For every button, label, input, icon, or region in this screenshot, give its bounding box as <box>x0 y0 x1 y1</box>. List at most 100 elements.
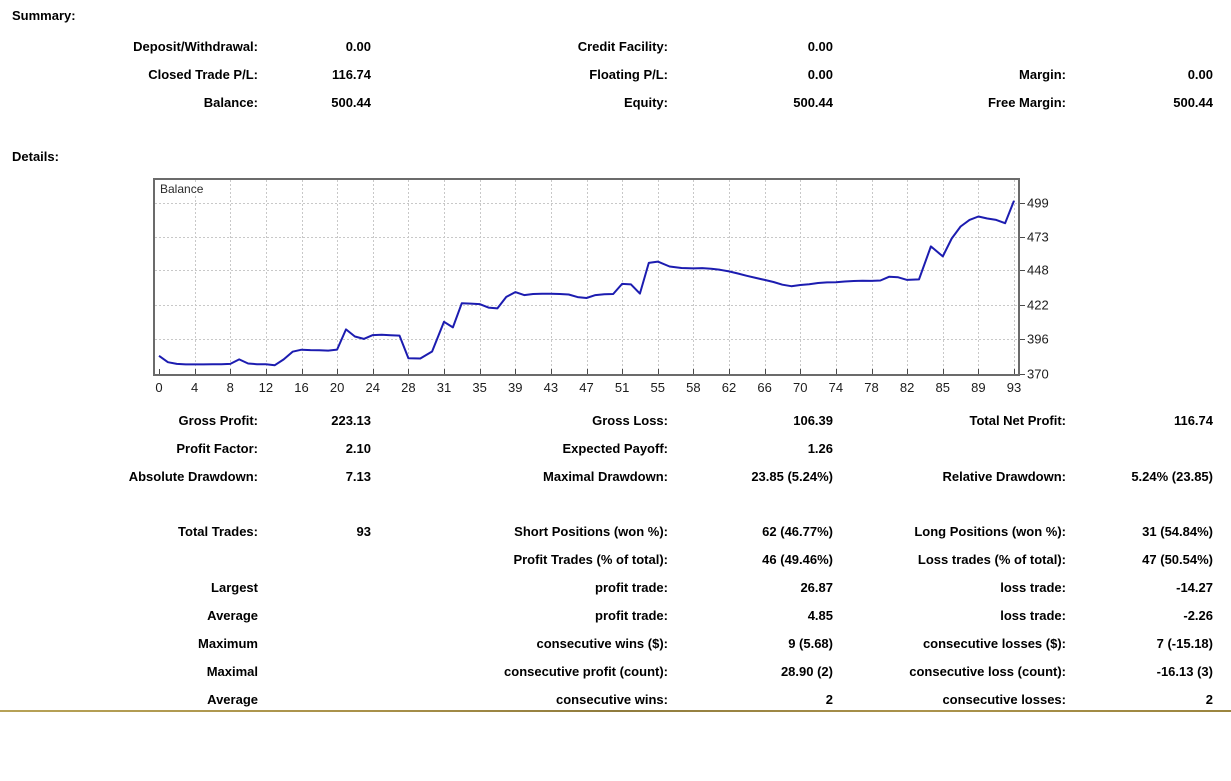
stat-value: 9 (5.68) <box>788 636 833 651</box>
x-axis-tick-label: 31 <box>436 380 452 395</box>
stat-label: Free Margin: <box>987 95 1066 110</box>
stat-value: 223.13 <box>331 413 371 428</box>
x-axis-tick-label: 12 <box>258 380 274 395</box>
summary-table: Deposit/Withdrawal: 0.00 Credit Facility: 0… <box>0 33 1213 117</box>
stat-label: Loss trades (% of total): <box>917 552 1066 567</box>
x-axis-tick-label: 70 <box>793 380 808 395</box>
stat-value: 0.00 <box>345 39 371 54</box>
x-axis-tick-label: 58 <box>686 380 701 395</box>
bottom-separator <box>0 710 1231 712</box>
details-heading: Details: <box>12 149 59 164</box>
stat-value: 62 (46.77%) <box>762 524 833 539</box>
balance-curve-plot <box>155 180 1018 374</box>
stat-label: Expected Payoff: <box>562 441 668 456</box>
stat-value: 500.44 <box>331 95 371 110</box>
table-row: Total Trades: 93 Short Positions (won %): 6… <box>0 518 1213 546</box>
stat-label: Deposit/Withdrawal: <box>133 39 258 54</box>
stat-value: 26.87 <box>800 580 833 595</box>
stat-label <box>833 435 1066 463</box>
stat-value <box>1066 33 1213 61</box>
x-axis-tick-label: 39 <box>508 380 523 395</box>
stat-value: 4.85 <box>807 608 833 623</box>
stat-value <box>1066 435 1213 463</box>
y-axis-tick-label: 473 <box>1027 229 1049 245</box>
stat-label: Maximal Drawdown: <box>543 469 668 484</box>
x-axis-tick-label: 51 <box>614 380 630 395</box>
x-axis-tick-label: 47 <box>579 380 594 395</box>
table-row: Average profit trade: 4.85 loss trade: -2.26 <box>0 602 1213 630</box>
stat-value: 500.44 <box>793 95 833 110</box>
stat-label: loss trade: <box>1000 608 1066 623</box>
table-row: Absolute Drawdown: 7.13 Maximal Drawdown: 2… <box>0 463 1213 491</box>
stat-label: consecutive losses ($): <box>922 636 1066 651</box>
x-axis-tick-label: 89 <box>971 380 986 395</box>
table-row: Deposit/Withdrawal: 0.00 Credit Facility: 0… <box>0 33 1213 61</box>
trade-stats-table: Total Trades: 93 Short Positions (won %): 6… <box>0 518 1213 714</box>
stat-label: Profit Trades (% of total): <box>513 552 668 567</box>
x-axis-tick-label: 24 <box>365 380 380 395</box>
y-axis-tick-mark <box>1020 339 1025 340</box>
stat-value: 93 <box>356 524 371 539</box>
table-row: Profit Factor: 2.10 Expected Payoff: 1.26 <box>0 435 1213 463</box>
stat-label: Balance: <box>203 95 258 110</box>
y-axis-tick-label: 396 <box>1027 331 1049 347</box>
stat-value: 0.00 <box>807 39 833 54</box>
x-axis-tick-label: 93 <box>1006 380 1022 395</box>
stat-label: Largest <box>211 580 258 595</box>
y-axis-tick-label: 422 <box>1027 297 1049 313</box>
x-axis-tick-label: 16 <box>294 380 309 395</box>
stat-value: 5.24% (23.85) <box>1131 469 1213 484</box>
stat-value: -14.27 <box>1176 580 1213 595</box>
x-axis-tick-label: 20 <box>329 380 345 395</box>
stat-value: 0.00 <box>807 67 833 82</box>
balance-chart: Balance <box>153 178 1020 376</box>
summary-heading: Summary: <box>12 8 76 23</box>
stat-value: -2.26 <box>1183 608 1213 623</box>
x-axis-tick-label: 35 <box>472 380 487 395</box>
stat-label: consecutive profit (count): <box>504 664 668 679</box>
stat-label <box>0 546 258 574</box>
strategy-tester-report: Summary: Deposit/Withdrawal: 0.00 Credit F… <box>0 0 1231 781</box>
stat-value: 1.26 <box>807 441 833 456</box>
x-axis-tick-label: 0 <box>155 380 163 395</box>
table-row: Balance: 500.44 Equity: 500.44 Free Margin: 5… <box>0 89 1213 117</box>
stat-value: 116.74 <box>331 67 371 82</box>
stat-label: Closed Trade P/L: <box>148 67 258 82</box>
stat-label: Long Positions (won %): <box>914 524 1066 539</box>
stat-label: Relative Drawdown: <box>942 469 1066 484</box>
x-axis-tick-label: 82 <box>899 380 915 395</box>
stat-value: 106.39 <box>793 413 833 428</box>
stat-value <box>258 546 371 574</box>
stat-label: Absolute Drawdown: <box>128 469 258 484</box>
stat-label: Total Trades: <box>178 524 258 539</box>
table-row: Gross Profit: 223.13 Gross Loss: 106.39 Tota… <box>0 407 1213 435</box>
stat-value: 23.85 (5.24%) <box>751 469 833 484</box>
y-axis-tick-mark <box>1020 374 1025 375</box>
table-row: Largest profit trade: 26.87 loss trade: -14.… <box>0 574 1213 602</box>
x-axis-tick-label: 74 <box>828 380 844 395</box>
x-axis-tick-label: 28 <box>401 380 416 395</box>
stat-value: -16.13 (3) <box>1156 664 1213 679</box>
stat-label: Margin: <box>1019 67 1066 82</box>
stat-label: loss trade: <box>1000 580 1066 595</box>
table-row: Maximum consecutive wins ($): 9 (5.68) cons… <box>0 630 1213 658</box>
stat-label: Average <box>207 608 258 623</box>
y-axis-tick-mark <box>1020 237 1025 238</box>
stat-value: 7 (-15.18) <box>1156 636 1213 651</box>
table-row: Profit Trades (% of total): 46 (49.46%) Lo… <box>0 546 1213 574</box>
table-row: Maximal consecutive profit (count): 28.90 … <box>0 658 1213 686</box>
stat-label <box>833 33 1066 61</box>
stat-value: 7.13 <box>345 469 371 484</box>
x-axis-tick-label: 43 <box>543 380 559 395</box>
stat-label: Total Net Profit: <box>969 413 1066 428</box>
stat-value: 31 (54.84%) <box>1142 524 1213 539</box>
x-axis-tick-label: 85 <box>935 380 950 395</box>
stat-label: Maximum <box>198 636 258 651</box>
details-stats-table: Gross Profit: 223.13 Gross Loss: 106.39 Tota… <box>0 407 1213 491</box>
stat-label: Equity: <box>623 95 668 110</box>
stat-value <box>258 602 371 630</box>
stat-value: 500.44 <box>1173 95 1213 110</box>
x-axis-tick-label: 62 <box>721 380 737 395</box>
stat-value: 116.74 <box>1173 413 1213 428</box>
table-row: Closed Trade P/L: 116.74 Floating P/L: 0.00… <box>0 61 1213 89</box>
